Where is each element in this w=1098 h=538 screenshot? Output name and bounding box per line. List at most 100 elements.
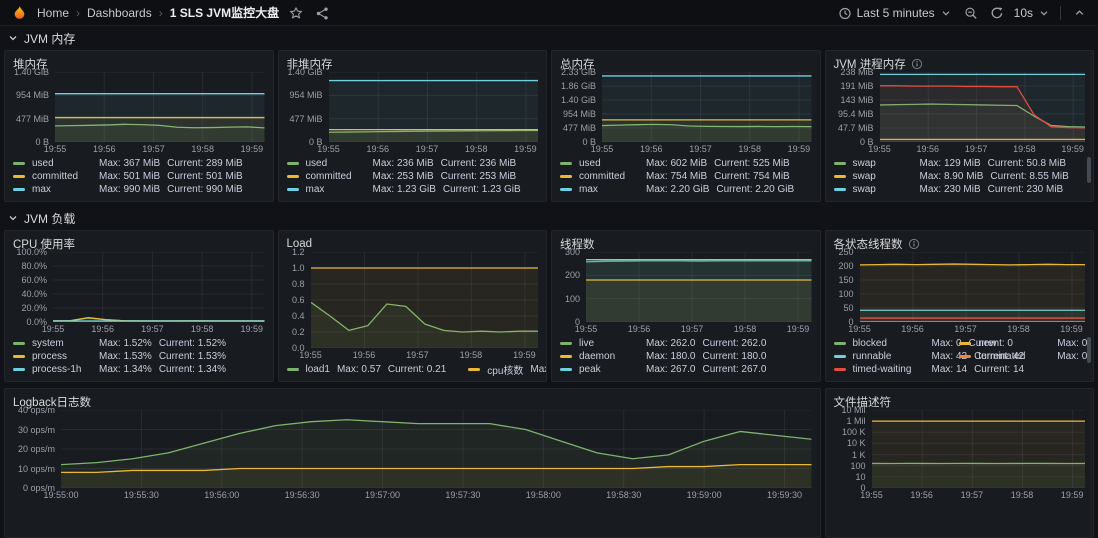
chart: 0 B477 MiB954 MiB1.40 GiB xyxy=(287,72,539,142)
panel-header: 堆内存 xyxy=(13,55,265,72)
chart: 0 B47.7 MiB95.4 MiB143 MiB191 MiB238 MiB xyxy=(834,72,1086,142)
collapse-kiosk-icon[interactable] xyxy=(1071,6,1088,19)
chart: 0.0%20.0%40.0%60.0%80.0%100.0% xyxy=(13,252,265,322)
y-axis: 0 B47.7 MiB95.4 MiB143 MiB191 MiB238 MiB xyxy=(834,72,880,142)
refresh-interval-dropdown[interactable]: 10s xyxy=(1014,6,1050,20)
y-tick-label: 143 MiB xyxy=(840,95,873,105)
legend-item[interactable]: newMax: 0Current: 0 xyxy=(959,337,1085,350)
panel-header: 总内存 xyxy=(560,55,812,72)
legend-item[interactable]: max Max: 1.23 GiB Current: 1.23 GiB xyxy=(287,183,539,196)
legend-series-name: runnable xyxy=(853,351,925,362)
share-icon[interactable] xyxy=(313,6,331,20)
legend-current-value: Current: 262.0 xyxy=(702,338,766,349)
legend-series-name: used xyxy=(32,158,92,169)
legend-item[interactable]: peakMax: 267.0Current: 267.0 xyxy=(560,363,812,376)
x-tick-label: 19:59:30 xyxy=(767,490,802,500)
chart: 0 B477 MiB954 MiB1.40 GiB xyxy=(13,72,265,142)
y-tick-label: 1 K xyxy=(852,450,866,460)
legend-series-name: new xyxy=(978,338,1050,349)
legend-item[interactable]: maxMax: 2.20 GiBCurrent: 2.20 GiB xyxy=(560,183,812,196)
section-header-jvm-memory[interactable]: JVM 内存 xyxy=(0,28,1098,48)
y-tick-label: 1.2 xyxy=(292,247,305,257)
legend-max-value: Max: 1.52% xyxy=(99,338,152,349)
legend-marker xyxy=(959,342,971,345)
legend-item[interactable]: liveMax: 262.0Current: 262.0 xyxy=(560,337,812,350)
legend-item[interactable]: timed-waitingMax: 14Current: 14 xyxy=(834,363,960,376)
legend-current-value: Current: 1.23 GiB xyxy=(443,184,521,195)
plot-area[interactable] xyxy=(860,252,1086,322)
legend: systemMax: 1.52%Current: 1.52%processMax… xyxy=(13,335,265,376)
legend-item[interactable]: committedMax: 754 MiBCurrent: 754 MiB xyxy=(560,170,812,183)
x-tick-label: 19:59 xyxy=(1060,324,1083,334)
x-tick-label: 19:57 xyxy=(961,490,984,500)
legend-marker xyxy=(560,175,572,178)
legend-series-name: max xyxy=(306,184,366,195)
legend-series-name: cpu核数 xyxy=(487,362,523,377)
y-tick-label: 20 ops/m xyxy=(18,444,55,454)
legend-max-value: Max: 0 xyxy=(932,338,962,349)
legend-item[interactable]: maxMax: 990 MiBCurrent: 990 MiB xyxy=(13,183,265,196)
legend-item[interactable]: systemMax: 1.52%Current: 1.52% xyxy=(13,337,265,350)
legend-current-value: Current: 8.55 MiB xyxy=(990,171,1068,182)
panel-logback-log-count: Logback日志数0 ops/m10 ops/m20 ops/m30 ops/… xyxy=(4,388,821,538)
section-header-jvm-load[interactable]: JVM 负载 xyxy=(0,208,1098,228)
plot-area[interactable] xyxy=(311,252,539,348)
legend-item[interactable]: usedMax: 236 MiBCurrent: 236 MiB xyxy=(287,157,539,170)
info-icon[interactable] xyxy=(911,58,923,70)
legend-series-name: committed xyxy=(32,171,92,182)
legend-item[interactable]: blockedMax: 0Current: 0 xyxy=(834,337,960,350)
x-tick-label: 19:55 xyxy=(44,144,67,154)
chart: 0.00.20.40.60.81.01.2 xyxy=(287,252,539,348)
y-tick-label: 1.86 GiB xyxy=(561,81,596,91)
legend-item[interactable]: runnableMax: 42Current: 42 xyxy=(834,350,960,363)
plot-area[interactable] xyxy=(602,72,812,142)
legend-item[interactable]: daemonMax: 180.0Current: 180.0 xyxy=(560,350,812,363)
legend-item[interactable]: committedMax: 501 MiBCurrent: 501 MiB xyxy=(13,170,265,183)
plot-area[interactable] xyxy=(329,72,539,142)
plot-area[interactable] xyxy=(586,252,812,322)
refresh-button[interactable] xyxy=(990,6,1004,20)
legend-series-name: committed xyxy=(579,171,639,182)
x-tick-label: 19:59 xyxy=(241,144,264,154)
y-tick-label: 238 MiB xyxy=(840,67,873,77)
plot-area[interactable] xyxy=(61,410,812,488)
zoom-out-icon[interactable] xyxy=(962,6,980,20)
legend-item[interactable]: cpu核数Max: 1.00Current: 1.00 xyxy=(468,363,547,376)
legend-item[interactable]: committedMax: 253 MiBCurrent: 253 MiB xyxy=(287,170,539,183)
breadcrumb-dashboards[interactable]: Dashboards xyxy=(87,6,152,20)
legend-item[interactable]: swapMax: 8.90 MiBCurrent: 8.55 MiB xyxy=(834,170,1086,183)
legend-max-value: Max: 1.23 GiB xyxy=(373,184,436,195)
legend-series-name: max xyxy=(32,184,92,195)
panel-header: CPU 使用率 xyxy=(13,235,265,252)
legend-scrollbar[interactable] xyxy=(1087,337,1091,363)
chart: 0101001 K10 K100 K1 Mil10 Mil xyxy=(834,410,1086,488)
plot-area[interactable] xyxy=(55,72,265,142)
legend-marker xyxy=(13,162,25,165)
y-tick-label: 100 xyxy=(850,461,865,471)
legend-item[interactable]: swapMax: 129 MiBCurrent: 50.8 MiB xyxy=(834,157,1086,170)
legend: load1Max: 0.57Current: 0.21cpu核数Max: 1.0… xyxy=(287,361,539,376)
plot-area[interactable] xyxy=(872,410,1086,488)
legend-item[interactable]: load1Max: 0.57Current: 0.21 xyxy=(287,363,447,376)
plot-area[interactable] xyxy=(53,252,265,322)
breadcrumb-home[interactable]: Home xyxy=(37,6,69,20)
legend-item[interactable]: terminatedMax: 0Current: 0 xyxy=(959,350,1085,363)
y-tick-label: 1.40 GiB xyxy=(14,67,49,77)
legend-item[interactable]: usedMax: 367 MiBCurrent: 289 MiB xyxy=(13,157,265,170)
grafana-logo[interactable] xyxy=(10,5,29,20)
legend-max-value: Max: 367 MiB xyxy=(99,158,160,169)
y-axis: 0.0%20.0%40.0%60.0%80.0%100.0% xyxy=(13,252,53,322)
legend-item[interactable]: process-1hMax: 1.34%Current: 1.34% xyxy=(13,363,265,376)
star-icon[interactable] xyxy=(287,6,305,20)
legend-item[interactable]: swapMax: 230 MiBCurrent: 230 MiB xyxy=(834,183,1086,196)
plot-area[interactable] xyxy=(880,72,1086,142)
legend-item[interactable]: usedMax: 602 MiBCurrent: 525 MiB xyxy=(560,157,812,170)
y-tick-label: 954 MiB xyxy=(563,109,596,119)
legend-scrollbar[interactable] xyxy=(1087,157,1091,183)
y-tick-label: 250 xyxy=(838,247,853,257)
legend-current-value: Current: 50.8 MiB xyxy=(988,158,1066,169)
legend-item[interactable]: processMax: 1.53%Current: 1.53% xyxy=(13,350,265,363)
info-icon[interactable] xyxy=(908,238,920,250)
time-range-picker[interactable]: Last 5 minutes xyxy=(838,6,952,20)
legend-marker xyxy=(560,162,572,165)
